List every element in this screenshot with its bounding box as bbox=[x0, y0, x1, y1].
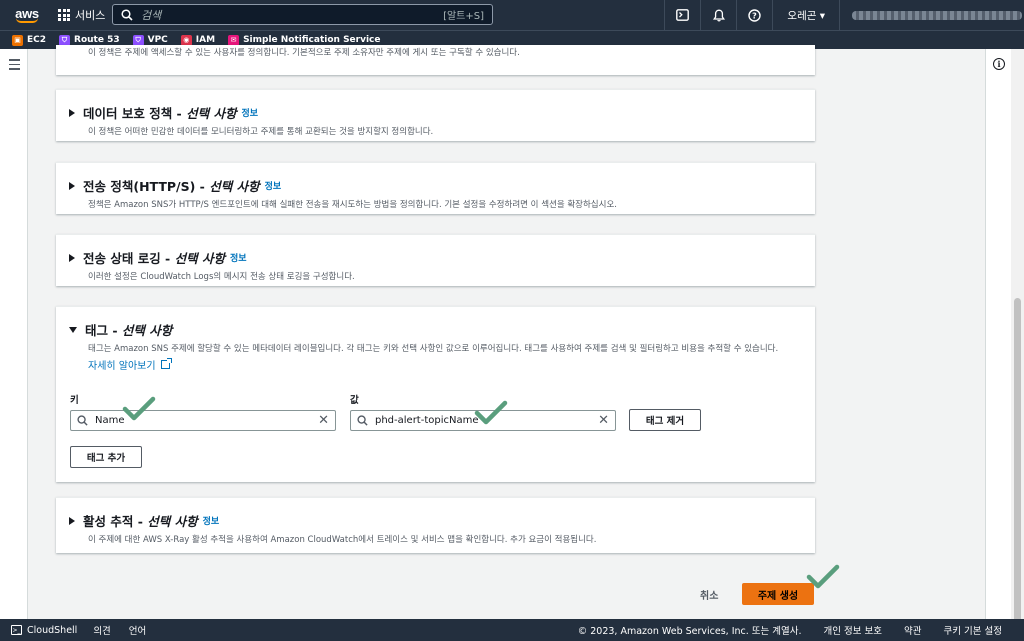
services-label: 서비스 bbox=[75, 9, 106, 22]
info-link[interactable]: 정보 bbox=[203, 514, 220, 527]
data-protection-panel: 데이터 보호 정책 - 선택 사항 정보 이 정책은 어떠한 민감한 데이터를 … bbox=[56, 89, 815, 141]
iam-icon: ◉ bbox=[180, 34, 192, 46]
panel-description: 정책은 Amazon SNS가 HTTP/S 엔드포인트에 대해 실패한 전송을… bbox=[88, 200, 617, 210]
tag-key-input[interactable]: Name ✕ bbox=[70, 410, 336, 431]
grid-icon bbox=[58, 9, 70, 21]
aws-logo[interactable]: aws bbox=[10, 7, 44, 23]
menu-icon[interactable] bbox=[9, 59, 20, 73]
side-navigation-collapsed bbox=[0, 49, 28, 619]
tags-header[interactable]: 태그 - 선택 사항 bbox=[56, 307, 815, 339]
panel-description: 태그는 Amazon SNS 주제에 할당할 수 있는 메타데이터 레이블입니다… bbox=[88, 344, 779, 354]
panel-description: 이 주제에 대한 AWS X-Ray 활성 추적을 사용하여 Amazon Cl… bbox=[88, 535, 597, 545]
search-placeholder: 검색 bbox=[141, 8, 162, 22]
sns-icon: ✉ bbox=[228, 34, 240, 46]
copyright-text: © 2023, Amazon Web Services, Inc. 또는 계열사… bbox=[577, 626, 802, 637]
search-icon bbox=[121, 8, 133, 21]
footer: >_ CloudShell 의견 언어 © 2023, Amazon Web S… bbox=[0, 619, 1024, 641]
learn-more-link[interactable]: 자세히 알아보기 bbox=[56, 355, 815, 372]
top-navigation: aws 서비스 검색 [알트+S] ? 오레곤 ▾ bbox=[0, 0, 1024, 30]
panel-description: 이러한 설정은 CloudWatch Logs의 메시지 전송 상태 로깅을 구… bbox=[88, 272, 355, 282]
clear-icon[interactable]: ✕ bbox=[318, 414, 329, 427]
region-selector[interactable]: 오레곤 ▾ bbox=[772, 0, 839, 30]
checkmark-annotation-icon bbox=[474, 400, 508, 425]
active-tracing-panel: 활성 추적 - 선택 사항 정보 이 주제에 대한 AWS X-Ray 활성 추… bbox=[56, 497, 815, 553]
info-link[interactable]: 정보 bbox=[265, 179, 282, 192]
create-topic-button[interactable]: 주제 생성 bbox=[742, 583, 814, 605]
cancel-button[interactable]: 취소 bbox=[700, 587, 718, 602]
data-protection-header[interactable]: 데이터 보호 정책 - 선택 사항 정보 bbox=[56, 90, 815, 122]
info-link[interactable]: 정보 bbox=[241, 106, 258, 119]
panel-title: 데이터 보호 정책 - 선택 사항 bbox=[83, 106, 237, 121]
cloudshell-button[interactable] bbox=[664, 0, 700, 30]
account-menu[interactable] bbox=[839, 0, 1024, 30]
access-policy-panel: 이 정책은 주제에 액세스할 수 있는 사용자를 정의합니다. 기본적으로 주제… bbox=[56, 45, 815, 75]
caret-right-icon bbox=[69, 516, 75, 525]
panel-title: 전송 정책(HTTP/S) - 선택 사항 bbox=[83, 179, 260, 194]
favorite-iam[interactable]: ◉ IAM bbox=[180, 34, 215, 46]
favorite-sns[interactable]: ✉ Simple Notification Service bbox=[228, 34, 380, 46]
favorite-ec2[interactable]: ▣ EC2 bbox=[12, 34, 46, 46]
caret-right-icon bbox=[69, 253, 75, 262]
search-shortcut: [알트+S] bbox=[443, 11, 484, 22]
external-link-icon bbox=[160, 358, 172, 369]
language-link[interactable]: 언어 bbox=[129, 623, 146, 637]
delivery-policy-header[interactable]: 전송 정책(HTTP/S) - 선택 사항 정보 bbox=[56, 163, 815, 195]
checkmark-annotation-icon bbox=[806, 564, 840, 589]
caret-right-icon bbox=[69, 108, 75, 117]
tags-panel: 태그 - 선택 사항 태그는 Amazon SNS 주제에 할당할 수 있는 메… bbox=[56, 306, 815, 482]
info-link[interactable]: 정보 bbox=[230, 251, 247, 264]
panel-description: 이 정책은 어떠한 민감한 데이터를 모니터링하고 주제를 통해 교환되는 것을… bbox=[88, 127, 434, 137]
search-input[interactable]: 검색 [알트+S] bbox=[112, 4, 493, 25]
help-icon: ? bbox=[748, 8, 762, 22]
delivery-logging-header[interactable]: 전송 상태 로깅 - 선택 사항 정보 bbox=[56, 235, 815, 267]
checkmark-annotation-icon bbox=[122, 396, 156, 421]
favorite-route53[interactable]: ⛉ Route 53 bbox=[59, 34, 120, 46]
favorite-vpc[interactable]: ⛉ VPC bbox=[132, 34, 168, 46]
svg-text:?: ? bbox=[753, 11, 758, 20]
tag-key-label: 키 bbox=[70, 395, 79, 406]
caret-down-icon bbox=[69, 326, 77, 333]
panel-title: 전송 상태 로깅 - 선택 사항 bbox=[83, 251, 225, 266]
delivery-policy-panel: 전송 정책(HTTP/S) - 선택 사항 정보 정책은 Amazon SNS가… bbox=[56, 162, 815, 214]
privacy-link[interactable]: 개인 정보 보호 bbox=[824, 623, 882, 637]
active-tracing-header[interactable]: 활성 추적 - 선택 사항 정보 bbox=[56, 498, 815, 530]
info-icon[interactable]: i bbox=[993, 58, 1005, 70]
remove-tag-button[interactable]: 태그 제거 bbox=[629, 409, 701, 431]
delivery-logging-panel: 전송 상태 로깅 - 선택 사항 정보 이러한 설정은 CloudWatch L… bbox=[56, 234, 815, 286]
panel-title: 태그 - 선택 사항 bbox=[85, 323, 173, 338]
help-button[interactable]: ? bbox=[736, 0, 772, 30]
cloudshell-footer-button[interactable]: >_ CloudShell bbox=[11, 625, 77, 636]
bell-icon bbox=[712, 9, 725, 21]
tools-panel-collapsed: i bbox=[985, 49, 1011, 619]
search-icon bbox=[77, 415, 88, 426]
panel-title: 활성 추적 - 선택 사항 bbox=[83, 514, 198, 529]
notifications-button[interactable] bbox=[700, 0, 736, 30]
account-name-redacted bbox=[852, 10, 1022, 20]
feedback-link[interactable]: 의견 bbox=[93, 623, 110, 637]
ec2-icon: ▣ bbox=[12, 34, 23, 46]
cloudshell-icon: >_ bbox=[11, 625, 22, 635]
access-policy-desc: 이 정책은 주제에 액세스할 수 있는 사용자를 정의합니다. 기본적으로 주제… bbox=[88, 48, 520, 58]
search-icon bbox=[357, 415, 368, 426]
services-menu-button[interactable]: 서비스 bbox=[58, 7, 105, 23]
caret-right-icon bbox=[69, 181, 75, 190]
tag-value-label: 값 bbox=[350, 395, 359, 406]
vpc-icon: ⛉ bbox=[132, 34, 144, 46]
page-scrollbar[interactable] bbox=[1011, 49, 1024, 641]
route53-icon: ⛉ bbox=[59, 34, 71, 46]
clear-icon[interactable]: ✕ bbox=[598, 414, 609, 427]
add-tag-button[interactable]: 태그 추가 bbox=[70, 446, 142, 468]
cookie-preferences-link[interactable]: 쿠키 기본 설정 bbox=[944, 623, 1002, 637]
terms-link[interactable]: 약관 bbox=[904, 623, 921, 637]
cloudshell-icon bbox=[676, 9, 690, 21]
